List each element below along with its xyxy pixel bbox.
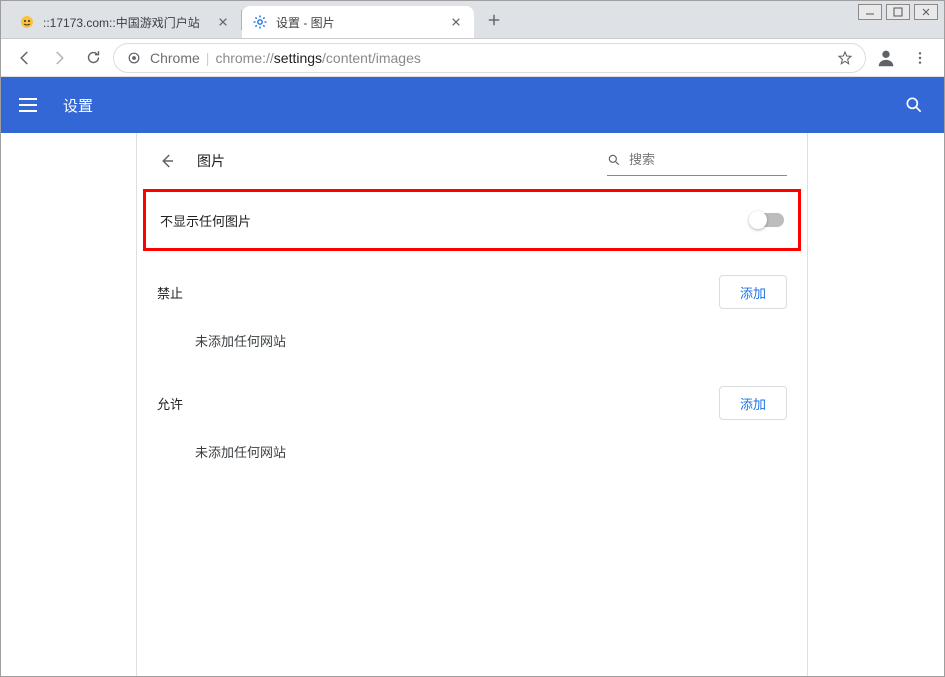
settings-search-icon[interactable] [902, 93, 926, 117]
address-bar[interactable]: Chrome | chrome://settings/content/image… [113, 43, 866, 73]
forward-button[interactable] [45, 44, 73, 72]
tab-strip: ::17173.com::中国游戏门户站 设置 - 图片 [1, 1, 944, 39]
kebab-menu-icon[interactable] [906, 44, 934, 72]
browser-window: ::17173.com::中国游戏门户站 设置 - 图片 [0, 0, 945, 677]
gear-favicon-icon [252, 14, 268, 30]
settings-panel: 图片 不显示任何图片 禁止 [136, 133, 808, 676]
close-window-button[interactable] [914, 4, 938, 20]
toggle-knob [749, 211, 767, 229]
new-tab-button[interactable] [480, 6, 508, 34]
back-button[interactable] [11, 44, 39, 72]
section-allow: 允许 添加 未添加任何网站 [137, 370, 807, 481]
panel-search-input[interactable] [627, 151, 807, 168]
omnibox-url: Chrome | chrome://settings/content/image… [150, 50, 829, 66]
settings-app-bar: 设置 [1, 77, 944, 133]
url-path2: /content/images [322, 50, 421, 66]
url-path1: settings [274, 50, 322, 66]
block-empty-message: 未添加任何网站 [157, 309, 787, 360]
settings-title: 设置 [63, 95, 93, 116]
browser-toolbar: Chrome | chrome://settings/content/image… [1, 39, 944, 77]
panel-search-field[interactable] [607, 146, 787, 176]
profile-avatar-icon[interactable] [872, 44, 900, 72]
images-toggle[interactable] [750, 213, 784, 227]
bookmark-star-icon[interactable] [837, 50, 853, 66]
search-icon [607, 152, 621, 168]
tab-17173[interactable]: ::17173.com::中国游戏门户站 [9, 6, 241, 38]
add-block-site-button[interactable]: 添加 [719, 275, 787, 309]
url-scheme: Chrome [150, 50, 200, 66]
tab-close-icon[interactable] [215, 14, 231, 30]
section-title-allow: 允许 [157, 394, 183, 413]
reload-button[interactable] [79, 44, 107, 72]
allow-empty-message: 未添加任何网站 [157, 420, 787, 471]
add-allow-site-button[interactable]: 添加 [719, 386, 787, 420]
hamburger-menu-icon[interactable] [19, 93, 43, 117]
site-info-icon[interactable] [126, 50, 142, 66]
toggle-label: 不显示任何图片 [160, 211, 251, 230]
section-header: 禁止 添加 [157, 275, 787, 309]
url-origin: chrome:// [215, 50, 273, 66]
window-controls [852, 1, 944, 23]
tab-settings-images[interactable]: 设置 - 图片 [242, 6, 474, 38]
minimize-button[interactable] [858, 4, 882, 20]
section-header: 允许 添加 [157, 386, 787, 420]
section-title-block: 禁止 [157, 283, 183, 302]
settings-content: 图片 不显示任何图片 禁止 [1, 133, 944, 676]
tab-title: 设置 - 图片 [276, 14, 440, 31]
maximize-button[interactable] [886, 4, 910, 20]
add-button-label: 添加 [740, 283, 766, 302]
game-favicon-icon [19, 14, 35, 30]
panel-title: 图片 [197, 151, 225, 171]
tab-title: ::17173.com::中国游戏门户站 [43, 14, 207, 31]
add-button-label: 添加 [740, 394, 766, 413]
panel-header: 图片 [137, 133, 807, 189]
section-block: 禁止 添加 未添加任何网站 [137, 259, 807, 370]
panel-back-button[interactable] [157, 151, 177, 171]
toggle-row-images-disabled: 不显示任何图片 [143, 189, 801, 251]
tab-close-icon[interactable] [448, 14, 464, 30]
